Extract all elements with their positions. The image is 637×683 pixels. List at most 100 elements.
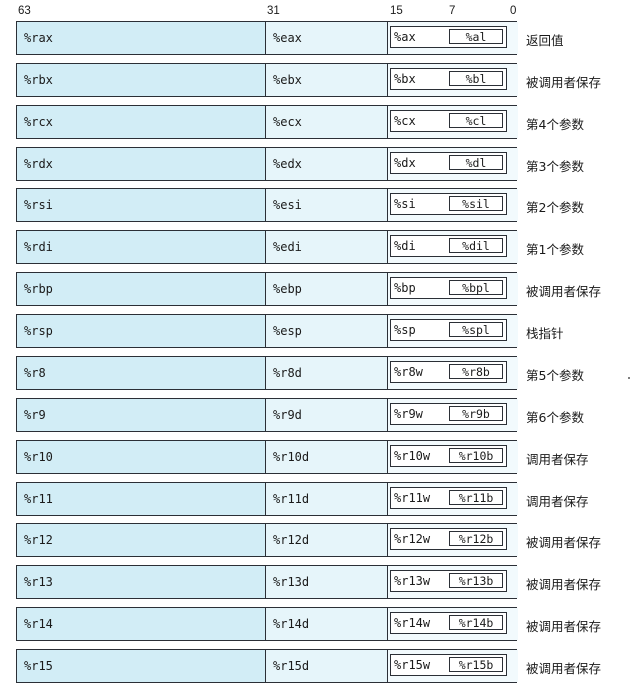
reg32-cell: %r14d [265, 608, 387, 640]
reg32-cell: %esp [265, 315, 387, 347]
register-role: 第4个参数 [526, 117, 584, 132]
register-row: %rax %eax %ax %al [16, 21, 518, 55]
reg8-box: %spl [449, 322, 503, 337]
bit-label-7: 7 [449, 5, 456, 17]
register-row: %rsp %esp %sp %spl [16, 314, 518, 348]
reg32-cell: %esi [265, 189, 387, 221]
reg16-box: %bp %bpl [390, 277, 507, 299]
reg64-name: %rbx [24, 73, 53, 87]
register-row: %r13 %r13d %r13w %r13b [16, 565, 518, 599]
reg16-cell: %r14w %r14b [387, 608, 518, 640]
reg32-cell: %ebp [265, 273, 387, 305]
reg64-cell: %rax [17, 22, 265, 54]
reg16-cell: %bp %bpl [387, 273, 518, 305]
reg32-name: %esp [273, 324, 302, 338]
reg64-cell: %rdi [17, 231, 265, 263]
reg8-name: %bl [465, 72, 487, 86]
reg8-name: %dl [465, 156, 487, 170]
reg32-name: %r13d [273, 575, 310, 589]
reg64-name: %r12 [24, 533, 53, 547]
reg64-cell: %r11 [17, 483, 265, 515]
reg8-name: %r14b [458, 616, 494, 630]
reg16-name: %ax [394, 30, 416, 44]
reg16-box: %cx %cl [390, 110, 507, 132]
reg32-cell: %r9d [265, 399, 387, 431]
reg32-cell: %r10d [265, 441, 387, 473]
register-row: %rbx %ebx %bx %bl [16, 63, 518, 97]
register-role: 被调用者保存 [526, 577, 602, 592]
reg8-box: %r13b [449, 573, 503, 588]
reg16-cell: %si %sil [387, 189, 518, 221]
reg16-name: %r11w [394, 491, 431, 505]
reg16-name: %bx [394, 72, 416, 86]
register-role: 第2个参数 [526, 200, 584, 215]
reg16-name: %r10w [394, 449, 431, 463]
reg64-cell: %r12 [17, 524, 265, 556]
reg32-name: %edx [273, 157, 302, 171]
register-role: 被调用者保存 [526, 661, 602, 676]
register-role: 返回值 [526, 33, 564, 48]
reg8-name: %r8b [462, 365, 490, 379]
register-role: 第6个参数 [526, 410, 584, 425]
register-row: %rbp %ebp %bp %bpl [16, 272, 518, 306]
reg32-name: %ecx [273, 115, 302, 129]
reg32-name: %edi [273, 240, 302, 254]
reg16-box: %si %sil [390, 193, 507, 215]
reg8-box: %dil [449, 238, 503, 253]
reg32-cell: %eax [265, 22, 387, 54]
reg16-box: %bx %bl [390, 68, 507, 90]
reg8-name: %dil [462, 239, 490, 253]
reg16-box: %r12w %r12b [390, 528, 507, 550]
register-row: %rdx %edx %dx %dl [16, 147, 518, 181]
reg64-cell: %rsi [17, 189, 265, 221]
register-role: 调用者保存 [526, 494, 589, 509]
reg32-cell: %r12d [265, 524, 387, 556]
reg16-box: %r9w %r9b [390, 403, 507, 425]
reg64-cell: %r9 [17, 399, 265, 431]
reg32-cell: %r15d [265, 650, 387, 682]
register-role: 被调用者保存 [526, 619, 602, 634]
reg64-name: %rsi [24, 198, 53, 212]
reg16-box: %r13w %r13b [390, 570, 507, 592]
reg32-cell: %edi [265, 231, 387, 263]
register-role: 第1个参数 [526, 242, 584, 257]
reg16-name: %cx [394, 114, 416, 128]
reg16-name: %bp [394, 281, 416, 295]
reg64-cell: %rsp [17, 315, 265, 347]
reg8-box: %r10b [449, 448, 503, 463]
reg64-name: %rcx [24, 115, 53, 129]
reg8-box: %bpl [449, 280, 503, 295]
reg32-cell: %r8d [265, 357, 387, 389]
reg8-box: %al [449, 29, 503, 44]
reg8-name: %r10b [458, 449, 494, 463]
reg64-name: %r13 [24, 575, 53, 589]
reg16-name: %r8w [394, 365, 423, 379]
reg16-box: %r8w %r8b [390, 361, 507, 383]
register-role: 第3个参数 [526, 159, 584, 174]
reg8-box: %sil [449, 196, 503, 211]
reg16-cell: %sp %spl [387, 315, 518, 347]
reg16-cell: %r15w %r15b [387, 650, 518, 682]
reg32-cell: %ecx [265, 106, 387, 138]
reg32-name: %eax [273, 31, 302, 45]
reg16-cell: %r8w %r8b [387, 357, 518, 389]
reg64-name: %r11 [24, 492, 53, 506]
reg16-name: %r13w [394, 574, 431, 588]
register-row: %r10 %r10d %r10w %r10b [16, 440, 518, 474]
reg64-cell: %r8 [17, 357, 265, 389]
reg8-name: %r15b [458, 658, 494, 672]
reg16-name: %r14w [394, 616, 431, 630]
reg16-box: %r14w %r14b [390, 612, 507, 634]
stray-mark [628, 377, 630, 379]
register-row: %r14 %r14d %r14w %r14b [16, 607, 518, 641]
reg64-cell: %r10 [17, 441, 265, 473]
reg16-name: %si [394, 197, 416, 211]
reg32-name: %r8d [273, 366, 302, 380]
reg32-cell: %r13d [265, 566, 387, 598]
reg16-cell: %dx %dl [387, 148, 518, 180]
reg8-name: %bpl [462, 281, 490, 295]
reg64-name: %r10 [24, 450, 53, 464]
reg8-name: %spl [462, 323, 490, 337]
reg32-name: %r9d [273, 408, 302, 422]
reg64-name: %r8 [24, 366, 46, 380]
